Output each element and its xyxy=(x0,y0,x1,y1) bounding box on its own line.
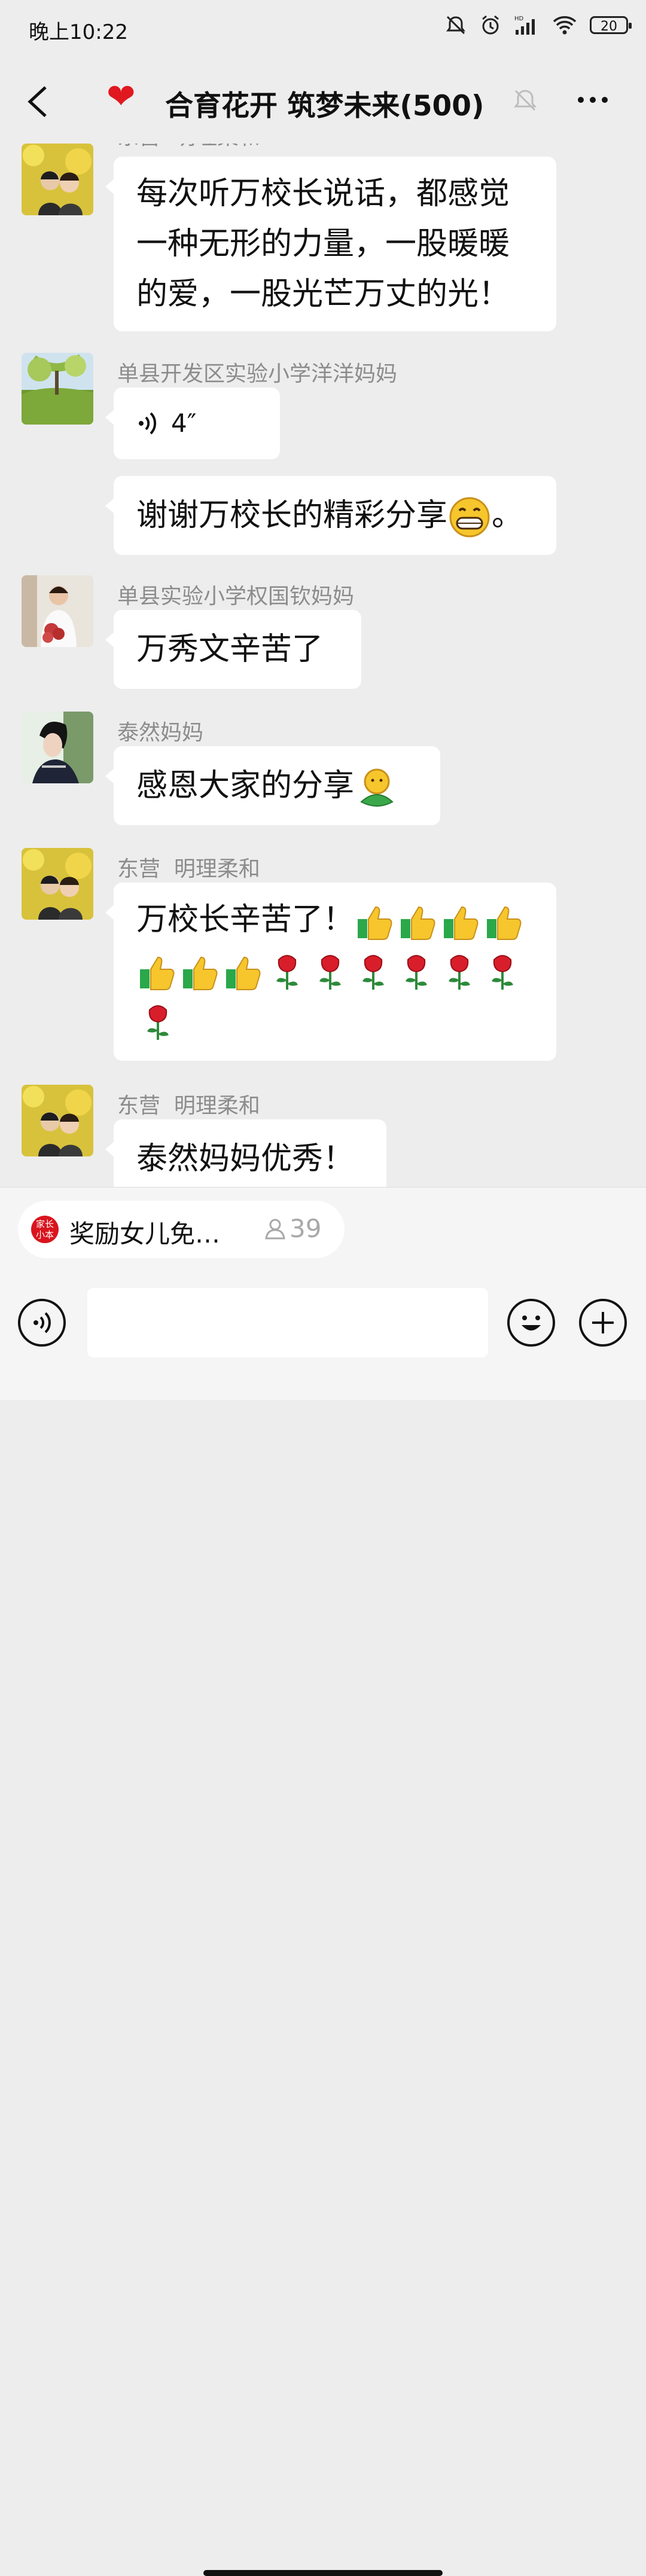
more-actions-button[interactable] xyxy=(579,1299,627,1347)
avatar[interactable] xyxy=(22,575,93,647)
status-icons: HD 20 xyxy=(445,14,632,36)
hug-emoji-icon xyxy=(360,768,394,807)
alarm-icon xyxy=(482,15,499,35)
plus-icon xyxy=(592,1312,614,1333)
rose-emoji-icon xyxy=(276,955,298,990)
rose-emoji-icon xyxy=(147,1005,169,1040)
thumbs-up-emoji-icon xyxy=(444,906,479,940)
status-time: 晚上10:22 xyxy=(29,20,128,44)
avatar[interactable] xyxy=(22,1085,93,1156)
heart-icon: ❤ xyxy=(106,76,136,117)
voice-wave-icon xyxy=(33,1312,51,1333)
rose-emoji-icon xyxy=(492,955,513,990)
live-topic-text: 奖励女儿免… xyxy=(69,1219,221,1249)
thumbs-up-emoji-icon xyxy=(358,906,392,940)
status-bar: 晚上10:22 HD 20 xyxy=(0,0,646,60)
rose-emoji-icon xyxy=(406,955,427,990)
rose-emoji-icon xyxy=(362,955,384,990)
message-bubble[interactable]: 感恩大家的分享 xyxy=(105,746,440,825)
message-text: 谢谢万校长的精彩分享 xyxy=(136,498,448,533)
message-text: 万校长辛苦了！ xyxy=(136,902,355,938)
voice-wave-icon xyxy=(139,412,157,435)
svg-text:HD: HD xyxy=(514,16,524,22)
avatar[interactable] xyxy=(22,353,93,425)
avatar[interactable] xyxy=(22,712,93,783)
thumbs-up-emoji-icon xyxy=(226,956,261,990)
smiley-icon xyxy=(522,1316,541,1330)
message-list[interactable]: 东营 明理柔和 每次听万校长说话，都感觉一种无形的力量，一股暖暖的爱，一股光芒万… xyxy=(0,144,646,1187)
app-logo-icon: 家长 小本 xyxy=(31,1216,59,1243)
wifi-icon xyxy=(553,16,577,35)
voice-input-button[interactable] xyxy=(18,1299,66,1347)
message-text-tail: 。 xyxy=(492,498,523,533)
rose-emoji-icon xyxy=(449,955,470,990)
avatar[interactable] xyxy=(22,144,93,215)
avatar[interactable] xyxy=(22,848,93,920)
bell-muted-icon xyxy=(513,90,537,111)
message-bubble[interactable]: 万秀文辛苦了 xyxy=(105,610,361,689)
message-bubble[interactable]: 每次听万校长说话，都感觉一种无形的力量，一股暖暖的爱，一股光芒万丈的光！ xyxy=(105,157,556,331)
message-text: 每次听万校长说话，都感觉一种无形的力量，一股暖暖的爱，一股光芒万丈的光！ xyxy=(136,176,510,312)
emoji-button[interactable] xyxy=(507,1299,555,1347)
sender-name: 单县实验小学权国钦妈妈 xyxy=(117,584,355,609)
thumbs-up-emoji-icon xyxy=(140,956,175,990)
live-topic-pill[interactable]: 家长 小本 奖励女儿免… 39 xyxy=(18,1201,345,1258)
thumbs-up-emoji-icon xyxy=(401,906,435,940)
sender-name: 泰然妈妈 xyxy=(117,721,204,745)
message-bubble[interactable]: 万校长辛苦了！ xyxy=(105,883,556,1061)
battery-indicator: 20 xyxy=(590,16,632,34)
message-bubble[interactable]: 泰然妈妈优秀！ xyxy=(105,1119,386,1187)
more-options-button[interactable] xyxy=(578,97,608,103)
voice-duration: 4″ xyxy=(171,408,197,438)
message-input[interactable] xyxy=(87,1288,488,1357)
voice-message-bubble[interactable]: 4″ xyxy=(105,387,280,459)
signal-icon: HD xyxy=(514,16,535,35)
notification-mute-icon xyxy=(446,16,465,35)
grinning-emoji-icon xyxy=(449,497,490,538)
input-area: 家长 小本 奖励女儿免… 39 xyxy=(0,1187,646,2576)
chat-title: 合育花开 筑梦未来(500) xyxy=(165,90,484,123)
sender-name: 东营 明理柔和 xyxy=(117,857,260,881)
chat-header: ❤ 合育花开 筑梦未来(500) xyxy=(0,60,646,144)
message-text: 泰然妈妈优秀！ xyxy=(136,1141,355,1177)
rose-emoji-icon xyxy=(319,955,341,990)
back-arrow-icon[interactable] xyxy=(24,84,54,120)
message-text: 感恩大家的分享 xyxy=(136,768,355,804)
sender-name: 东营 明理柔和 xyxy=(117,144,260,151)
viewer-count: 39 xyxy=(263,1214,321,1243)
thumbs-up-emoji-icon xyxy=(183,956,218,990)
message-text: 万秀文辛苦了 xyxy=(136,631,324,667)
person-icon xyxy=(265,1219,285,1239)
thumbs-up-emoji-icon xyxy=(487,906,522,940)
sender-name: 东营 明理柔和 xyxy=(117,1094,260,1118)
sender-name: 单县开发区实验小学洋洋妈妈 xyxy=(117,362,398,386)
message-bubble[interactable]: 谢谢万校长的精彩分享 。 xyxy=(105,476,556,555)
home-indicator[interactable] xyxy=(203,2570,443,2576)
